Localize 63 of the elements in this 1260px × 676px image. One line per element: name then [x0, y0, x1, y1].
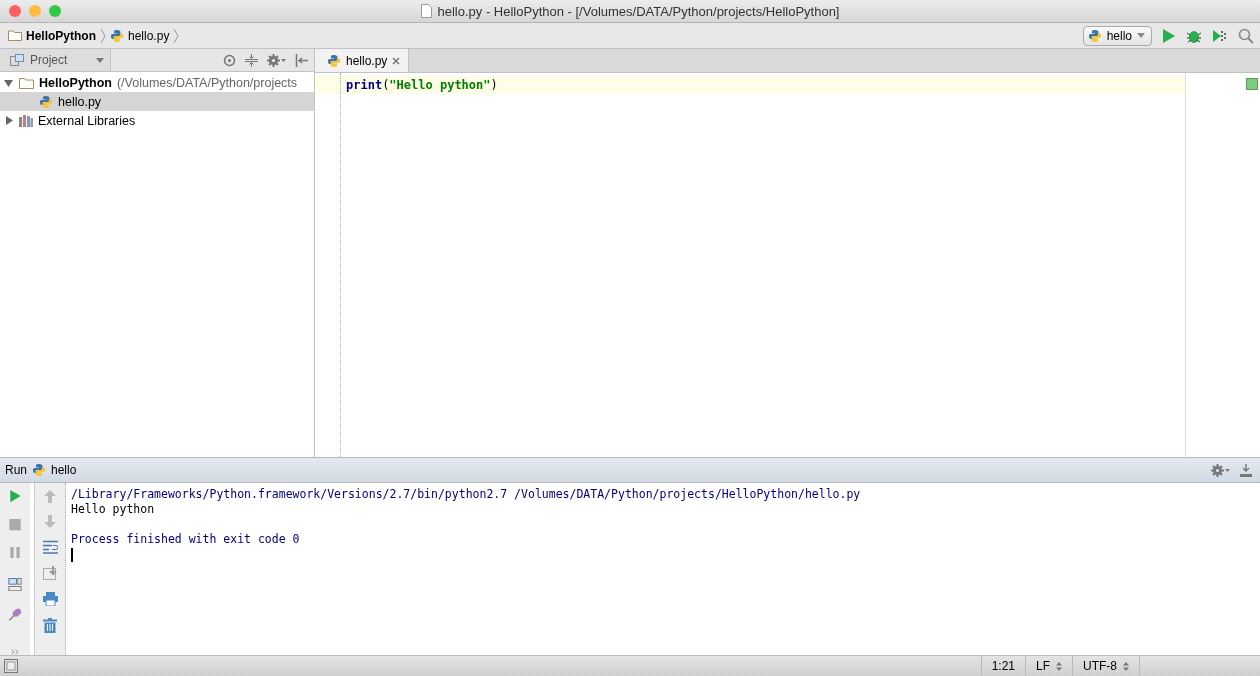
gear-icon[interactable]: [267, 53, 286, 67]
expanded-arrow-icon[interactable]: [4, 77, 14, 88]
tree-item-label: External Libraries: [38, 113, 136, 128]
encoding-selector[interactable]: UTF-8: [1083, 659, 1117, 673]
pause-icon[interactable]: [10, 546, 20, 558]
python-icon: [32, 463, 46, 477]
tree-item[interactable]: hello.py: [0, 92, 314, 111]
project-view-dropdown[interactable]: Project: [0, 49, 111, 71]
chevron-icon: [173, 27, 180, 44]
project-icon: [10, 54, 24, 66]
collapse-all-icon[interactable]: [245, 53, 258, 67]
locate-icon[interactable]: [223, 53, 236, 67]
breadcrumb[interactable]: HelloPython: [8, 28, 96, 43]
chevron-icon: [100, 27, 106, 44]
python-file-icon: [327, 53, 341, 68]
window-title: hello.py - HelloPython - [/Volumes/DATA/Python/projects/HelloPython]: [437, 3, 840, 19]
print-icon[interactable]: [42, 592, 58, 606]
console-line: Hello python: [71, 502, 156, 517]
minimize-panel-icon[interactable]: [1240, 463, 1252, 477]
path-text: (/Volumes/DATA/Python/projects: [116, 75, 298, 90]
layout-icon[interactable]: [8, 577, 22, 592]
pin-icon[interactable]: [7, 607, 23, 622]
gear-icon[interactable]: [1211, 463, 1230, 477]
scroll-to-end-icon[interactable]: [42, 566, 58, 580]
current-line-highlight: [315, 76, 340, 94]
library-icon: [19, 114, 33, 127]
python-file-icon: [39, 94, 53, 109]
document-icon: [420, 4, 432, 18]
console-line: /Library/Frameworks/Python.framework/Versions/2.7/bin/python2.7 /Volumes/DATA/Python/projects/HelloPython/hello.py: [71, 487, 862, 502]
python-icon: [1087, 28, 1102, 43]
editor-tab[interactable]: hello.py: [315, 49, 410, 72]
text-cursor: [71, 548, 73, 562]
folder-icon: [19, 76, 34, 89]
coverage-icon[interactable]: [1212, 27, 1228, 44]
soft-wrap-icon[interactable]: [42, 540, 58, 554]
caret-icon: [96, 57, 104, 63]
caret-icon: [1137, 33, 1145, 38]
run-configuration-dropdown[interactable]: hello: [1082, 25, 1152, 46]
tree-item-label: HelloPython: [39, 75, 112, 90]
run-icon[interactable]: [1162, 27, 1176, 44]
search-icon[interactable]: [1238, 27, 1254, 44]
close-icon[interactable]: [392, 56, 401, 65]
python-file-icon: [110, 28, 124, 43]
cursor-position[interactable]: 1:21: [980, 656, 1025, 676]
rerun-icon[interactable]: [8, 489, 22, 504]
console-line: Process finished with exit code 0: [71, 532, 301, 547]
tree-item-label: hello.py: [58, 94, 102, 109]
collapsed-arrow-icon[interactable]: [4, 115, 14, 126]
folder-icon: [8, 30, 22, 41]
breadcrumb[interactable]: hello.py: [110, 28, 170, 43]
trash-icon[interactable]: [43, 618, 57, 633]
tree-item[interactable]: HelloPython (/Volumes/DATA/Python/projects: [0, 73, 314, 92]
hide-panel-icon[interactable]: [295, 53, 308, 67]
close-button[interactable]: [9, 5, 21, 17]
run-panel-label: Run: [5, 463, 27, 477]
line-separator-selector[interactable]: LF: [1036, 659, 1050, 673]
up-down-arrow-icon: [1056, 661, 1062, 671]
tree-item[interactable]: External Libraries: [0, 111, 314, 130]
tool-windows-icon[interactable]: [4, 659, 18, 673]
run-config-tab[interactable]: hello: [51, 463, 77, 477]
up-down-arrow-icon: [1123, 661, 1129, 671]
status-indicator: [1246, 78, 1258, 90]
more-icon[interactable]: [11, 649, 19, 655]
